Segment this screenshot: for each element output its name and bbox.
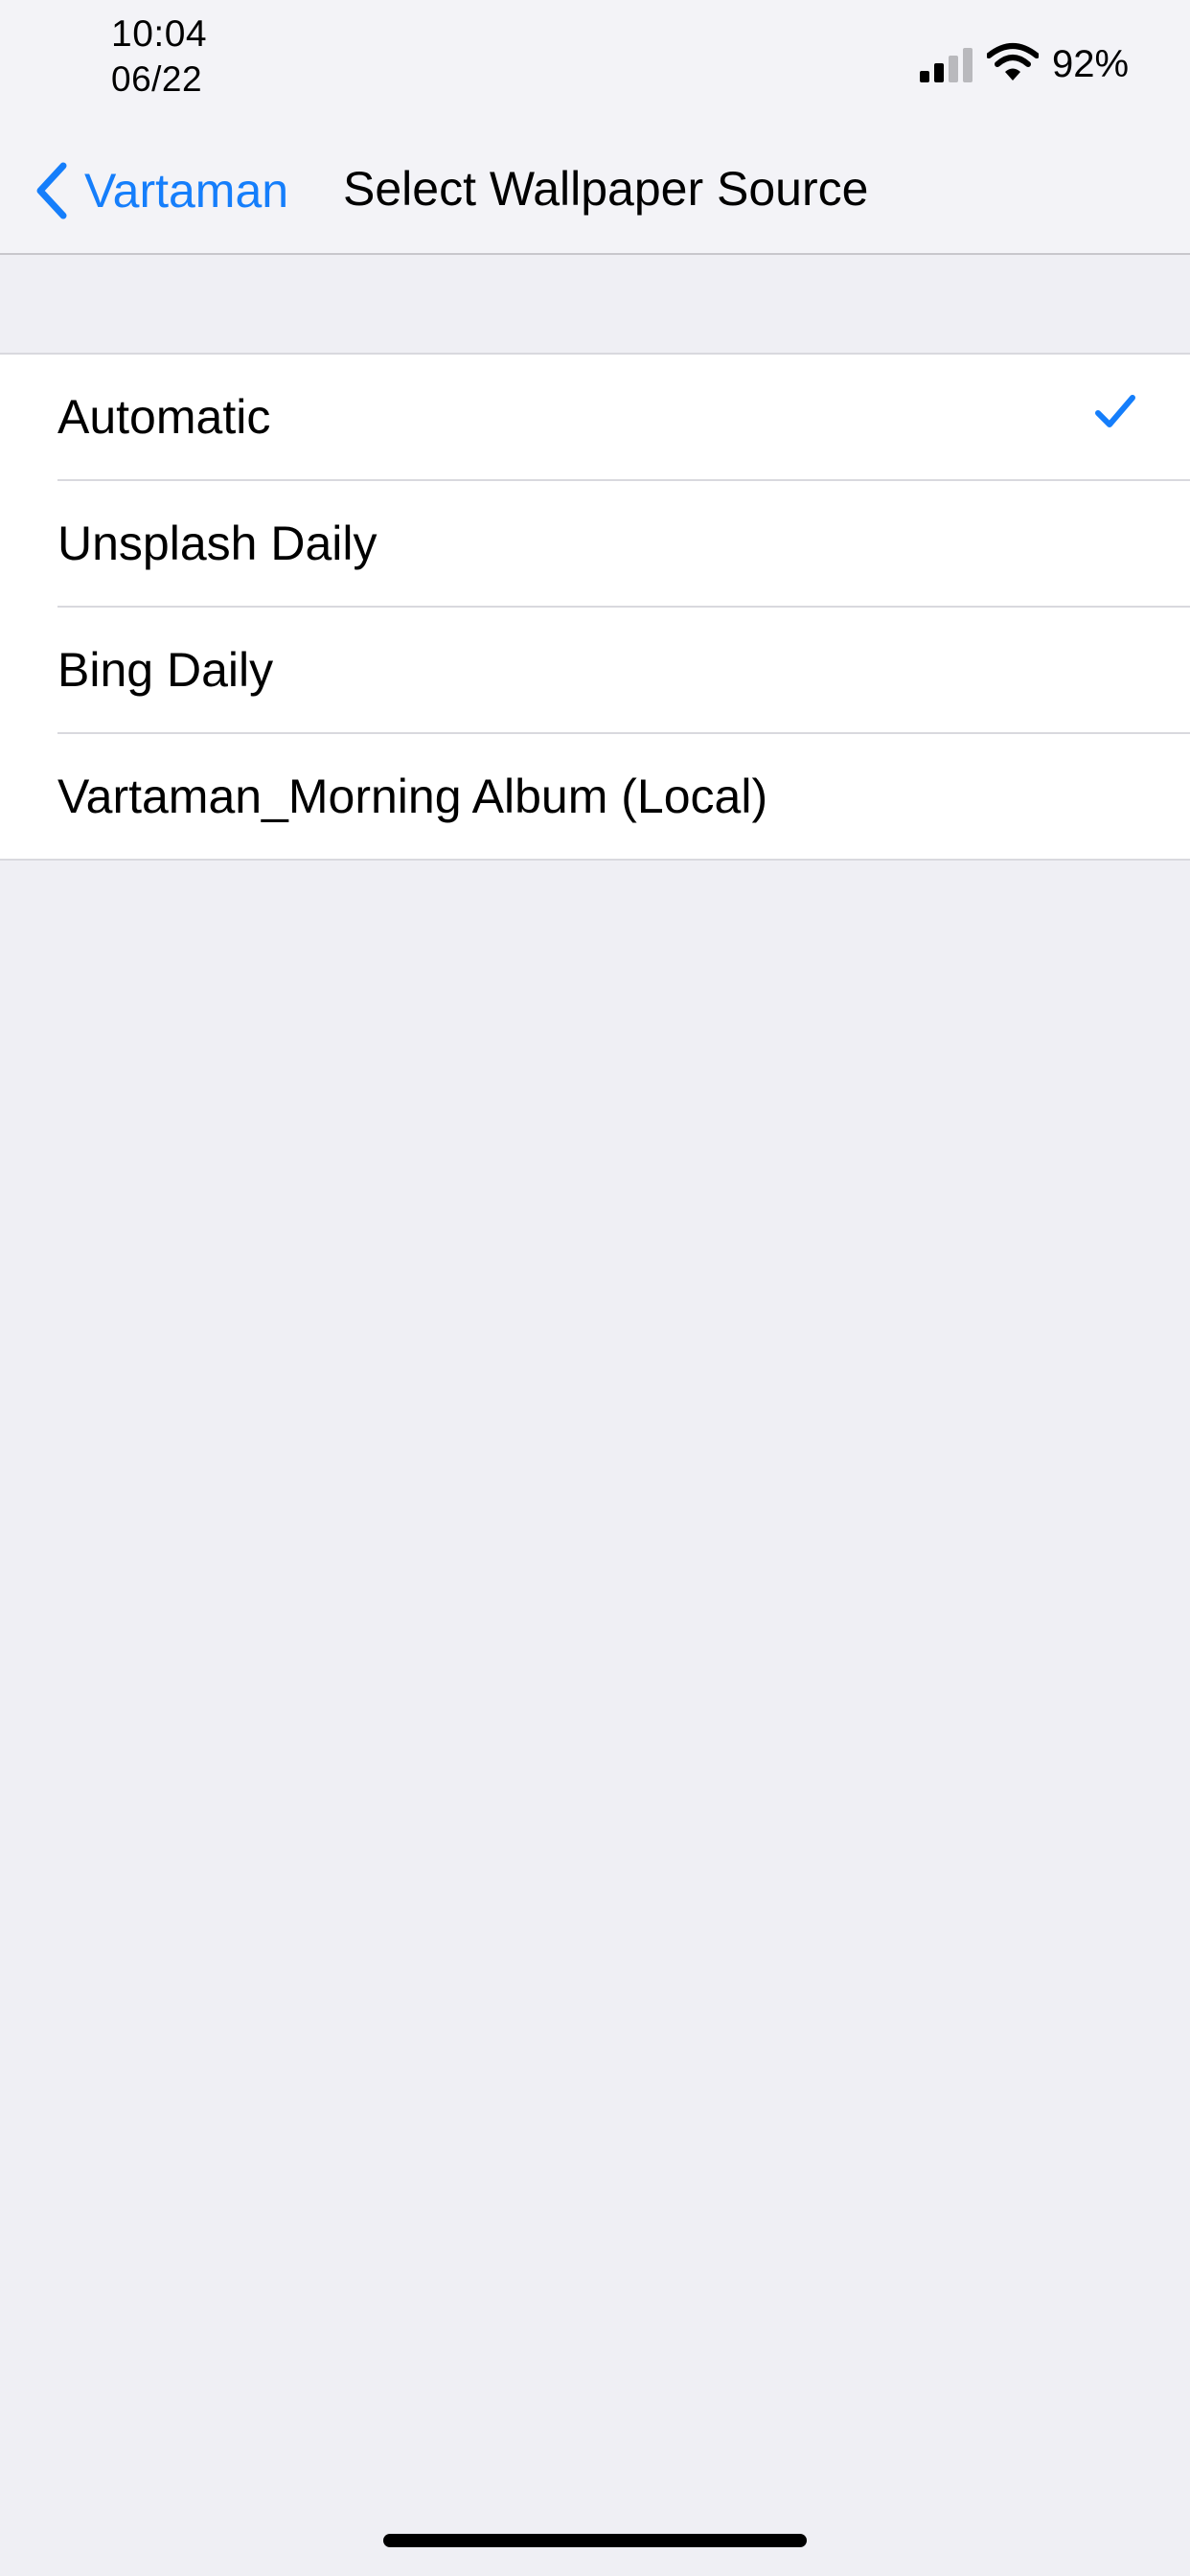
wifi-icon	[987, 43, 1039, 80]
home-indicator[interactable]	[383, 2534, 807, 2547]
list-item-label: Automatic	[57, 390, 271, 444]
list-item-local-album[interactable]: Vartaman_Morning Album (Local)	[57, 734, 1190, 859]
back-button[interactable]: Vartaman	[33, 153, 288, 228]
chevron-left-icon	[36, 162, 67, 219]
back-button-label: Vartaman	[84, 164, 289, 218]
status-date: 06/22	[111, 59, 203, 99]
wallpaper-source-list: Automatic Unsplash Daily Bing Daily Vart…	[0, 353, 1190, 861]
page-title: Select Wallpaper Source	[343, 162, 869, 216]
status-time: 10:04	[111, 13, 208, 55]
top-bar: 10:04 06/22 92% Vartaman Select Wallpape…	[0, 0, 1190, 255]
battery-percent: 92%	[1052, 43, 1130, 85]
list-item-label: Bing Daily	[57, 643, 274, 697]
list-item-bing-daily[interactable]: Bing Daily	[57, 608, 1190, 734]
list-item-label: Unsplash Daily	[57, 517, 378, 570]
checkmark-icon	[1095, 395, 1135, 427]
list-item-unsplash-daily[interactable]: Unsplash Daily	[57, 481, 1190, 608]
list-item-automatic[interactable]: Automatic	[57, 355, 1190, 481]
signal-icon	[920, 48, 973, 82]
list-item-label: Vartaman_Morning Album (Local)	[57, 770, 768, 823]
